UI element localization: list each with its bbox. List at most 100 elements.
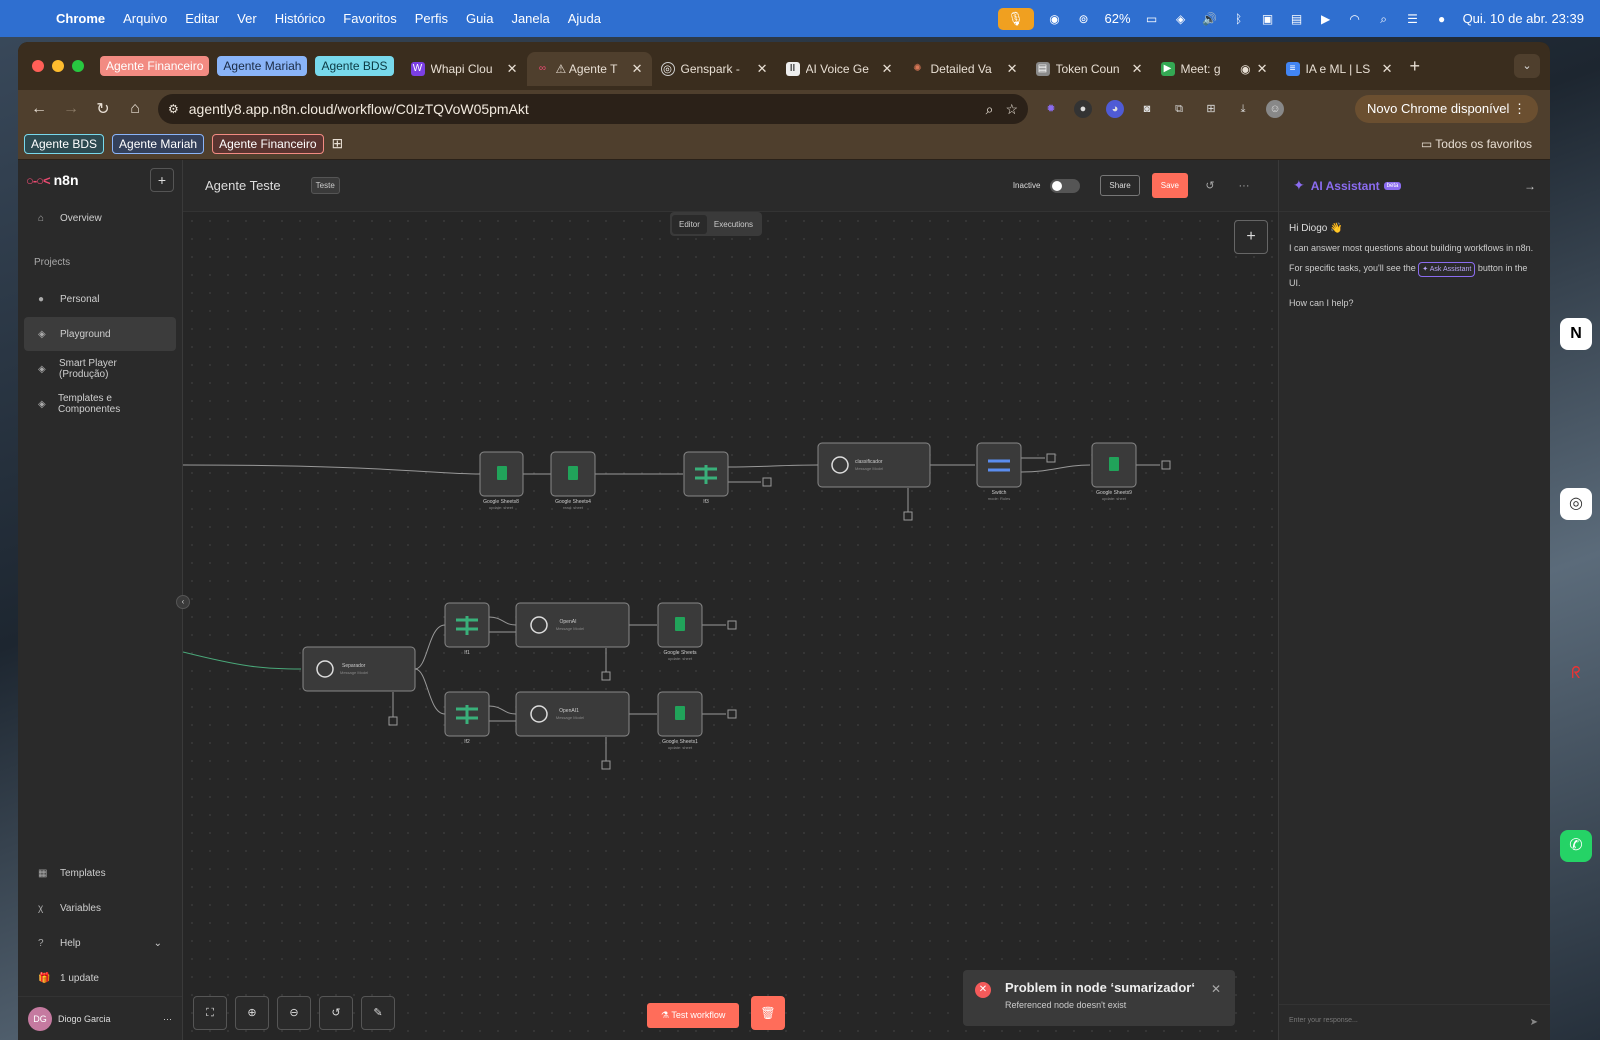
bluetooth-icon[interactable]: ᛒ	[1231, 12, 1247, 26]
sidebar-item-templates[interactable]: ▦ Templates	[24, 856, 176, 890]
sidebar-item-variables[interactable]: χ Variables	[24, 891, 176, 925]
zoom-in-icon[interactable]: ⊕	[235, 996, 269, 1030]
minimize-window-icon[interactable]	[52, 60, 64, 72]
node-switch[interactable]: Switch mode: Rules	[976, 442, 1022, 501]
close-tab-icon[interactable]: ✕	[1257, 61, 1268, 77]
address-bar[interactable]: ⚙ agently8.app.n8n.cloud/workflow/C0IzTQ…	[158, 94, 1028, 124]
tab-genspark[interactable]: ◎ Genspark - ✕	[652, 52, 777, 86]
sidebar-item-smart-player[interactable]: ◈ Smart Player (Produção)	[24, 352, 176, 386]
close-tab-icon[interactable]: ✕	[1132, 61, 1143, 77]
ask-assistant-button[interactable]: ✦ Ask Assistant	[1418, 262, 1476, 277]
workflow-name[interactable]: Agente Teste	[205, 178, 281, 193]
close-icon[interactable]: ✕	[1211, 982, 1221, 996]
node-google-sheets8[interactable]: Google Sheets8 update: sheet	[479, 451, 524, 510]
close-tab-icon[interactable]: ✕	[1382, 61, 1393, 77]
app-red-icon[interactable]: ᖇ	[1560, 658, 1592, 690]
menu-perfis[interactable]: Perfis	[415, 11, 448, 26]
menubar-datetime[interactable]: Qui. 10 de abr. 23:39	[1463, 11, 1584, 26]
assistant-input[interactable]: Enter your response... ➤	[1279, 1004, 1550, 1040]
node-separador[interactable]: Separador Message Model	[302, 646, 416, 692]
bookmark-agente-financeiro[interactable]: Agente Financeiro	[212, 133, 324, 154]
whatsapp-icon[interactable]: ✆	[1560, 830, 1592, 862]
node-google-sheets1[interactable]: Google Sheets1 update: sheet	[657, 691, 703, 750]
profile-avatar-icon[interactable]: ☺	[1266, 100, 1284, 118]
reload-icon[interactable]: ↻	[94, 99, 112, 119]
trash-icon[interactable]: 🗑	[751, 996, 785, 1030]
tab-meet[interactable]: ▶ Meet: g ◉ ✕	[1152, 52, 1277, 86]
menu-favoritos[interactable]: Favoritos	[343, 11, 396, 26]
history-icon[interactable]: ↺	[1198, 179, 1222, 192]
more-options-icon[interactable]: ···	[1232, 180, 1256, 192]
tab-agente-teste[interactable]: ∞ ⚠ Agente T ✕	[526, 52, 652, 86]
close-window-icon[interactable]	[32, 60, 44, 72]
new-tab-icon[interactable]: +	[1410, 56, 1421, 77]
node-openai[interactable]: OpenAI Message Model	[515, 602, 630, 648]
tab-detailed[interactable]: ✺ Detailed Va ✕	[902, 52, 1027, 86]
menu-editar[interactable]: Editar	[185, 11, 219, 26]
bookmark-star-icon[interactable]: ☆	[1005, 101, 1018, 118]
siri-icon[interactable]: ●	[1434, 12, 1450, 26]
translate-icon[interactable]: ⊞	[1202, 100, 1220, 118]
share-button[interactable]: Share	[1100, 175, 1140, 196]
node-if2[interactable]: If2	[444, 691, 490, 745]
send-icon[interactable]: ➤	[1530, 1017, 1538, 1028]
chrome-update-button[interactable]: Novo Chrome disponível ⋮	[1355, 95, 1538, 123]
close-tab-icon[interactable]: ✕	[1007, 61, 1018, 77]
sidebar-item-help[interactable]: ? Help ⌄	[24, 926, 176, 960]
chatgpt-icon[interactable]: ◎	[1560, 488, 1592, 520]
tab-token-counter[interactable]: ▤ Token Coun ✕	[1027, 52, 1152, 86]
reset-zoom-icon[interactable]: ↺	[319, 996, 353, 1030]
forward-icon[interactable]: →	[62, 100, 80, 118]
close-tab-icon[interactable]: ✕	[757, 61, 768, 77]
test-workflow-button[interactable]: ⚗ Test workflow	[647, 1003, 740, 1028]
more-icon[interactable]: ···	[163, 1014, 172, 1024]
apps-grid-icon[interactable]: ⊞	[332, 135, 344, 152]
play-icon[interactable]: ▶	[1318, 12, 1334, 26]
download-icon[interactable]: ⤓	[1234, 100, 1252, 118]
notion-icon[interactable]: N	[1560, 318, 1592, 350]
node-google-sheets9[interactable]: Google Sheets9 update: sheet	[1091, 442, 1137, 501]
node-google-sheets[interactable]: Google Sheets update: sheet	[657, 602, 703, 661]
node-if1[interactable]: If1	[444, 602, 490, 656]
menu-app-name[interactable]: Chrome	[56, 11, 105, 26]
menu-janela[interactable]: Janela	[511, 11, 549, 26]
node-classificador[interactable]: classificador Message Model	[817, 442, 931, 488]
user-menu[interactable]: DG Diogo Garcia ···	[18, 996, 182, 1040]
display-icon[interactable]: ▤	[1289, 12, 1305, 26]
extension-ghost-icon[interactable]: ◕	[1106, 100, 1124, 118]
save-button[interactable]: Save	[1151, 173, 1188, 198]
menu-historico[interactable]: Histórico	[275, 11, 326, 26]
volume-icon[interactable]: 🔊	[1202, 12, 1218, 26]
node-openai1[interactable]: OpenAI1 Message Model	[515, 691, 630, 737]
sidebar-item-playground[interactable]: ◈ Playground	[24, 317, 176, 351]
menu-arquivo[interactable]: Arquivo	[123, 11, 167, 26]
sidebar-item-overview[interactable]: ⌂ Overview	[24, 201, 176, 235]
fit-view-icon[interactable]: ⛶	[193, 996, 227, 1030]
tab-ai-voice[interactable]: II AI Voice Ge ✕	[777, 52, 902, 86]
workflow-tag[interactable]: Teste	[310, 177, 340, 194]
microphone-icon[interactable]: 🎙	[997, 7, 1034, 30]
battery-icon[interactable]: ▭	[1144, 12, 1160, 26]
close-tab-icon[interactable]: ✕	[882, 61, 893, 77]
airdrop-icon[interactable]: ⊚	[1076, 12, 1092, 26]
tab-group-agente-bds[interactable]: Agente BDS	[315, 56, 394, 76]
tab-search-icon[interactable]: ⌄	[1514, 54, 1540, 78]
collapse-sidebar-icon[interactable]: ‹	[176, 595, 190, 609]
tab-group-agente-mariah[interactable]: Agente Mariah	[217, 56, 308, 76]
search-icon[interactable]: ⌕	[1376, 12, 1392, 26]
sidebar-item-templates-componentes[interactable]: ◈ Templates e Componentes	[24, 387, 176, 421]
zoom-icon[interactable]: ⌕	[986, 101, 994, 118]
sidebar-item-update[interactable]: 🎁 1 update	[24, 961, 176, 995]
all-bookmarks[interactable]: ▭ Todos os favoritos	[1421, 137, 1532, 151]
create-button[interactable]: +	[150, 168, 174, 192]
active-toggle[interactable]	[1050, 178, 1081, 193]
tab-group-agente-financeiro[interactable]: Agente Financeiro	[100, 56, 210, 76]
extension-gear-icon[interactable]: ✹	[1042, 100, 1060, 118]
node-google-sheets4[interactable]: Google Sheets4 read: sheet	[550, 451, 596, 510]
node-if3[interactable]: If3	[683, 451, 729, 505]
zoom-window-icon[interactable]	[72, 60, 84, 72]
site-info-icon[interactable]: ⚙	[168, 102, 179, 116]
status-icon[interactable]: ◉	[1047, 12, 1063, 26]
extension-dark-icon[interactable]: ●	[1074, 100, 1092, 118]
back-icon[interactable]: ←	[30, 100, 48, 118]
